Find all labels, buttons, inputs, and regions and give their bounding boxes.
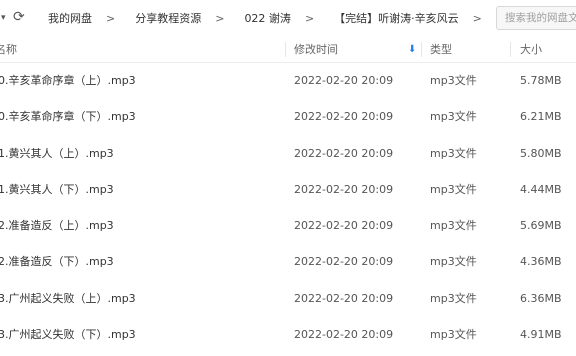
file-size: 6.21MB [520,110,562,124]
file-list-header: 名称 修改时间 ⬇ 类型 大小 [0,36,576,63]
column-header-modified[interactable]: 修改时间 [294,36,338,63]
column-divider[interactable] [510,42,511,57]
breadcrumb-item[interactable]: 分享教程资源 [121,10,205,26]
file-type: mp3文件 [430,291,477,305]
refresh-icon[interactable]: ⟳ [13,9,27,25]
file-size: 4.44MB [520,182,562,196]
file-name[interactable]: 03.广州起义失败（下）.mp3 [0,317,136,353]
breadcrumb-item[interactable]: 我的网盘 [34,10,96,26]
breadcrumb-item-current[interactable]: 【完结】听谢涛·辛亥风云 [320,10,463,26]
file-type: mp3文件 [430,255,477,269]
file-type: mp3文件 [430,74,477,87]
file-name[interactable]: 02.准备造反（下）.mp3 [0,244,114,280]
file-modified: 2022-02-20 20:09 [294,219,394,233]
file-name[interactable]: 02.准备造反（上）.mp3 [0,208,114,244]
file-modified: 2022-02-20 20:09 [294,74,394,87]
file-size: 5.69MB [520,219,562,233]
file-name[interactable]: 00.辛亥革命序章（下）.mp3 [0,99,136,135]
file-size: 5.80MB [520,146,562,160]
search-input[interactable] [496,6,576,30]
breadcrumb-item[interactable]: 022 谢涛 [230,10,295,26]
column-header-size[interactable]: 大小 [520,36,542,63]
column-divider[interactable] [421,42,422,57]
file-size: 6.36MB [520,291,562,305]
file-size: 4.91MB [520,328,562,342]
file-name[interactable]: 03.广州起义失败（上）.mp3 [0,281,136,317]
file-modified: 2022-02-20 20:09 [294,110,394,124]
table-row[interactable]: 02.准备造反（下）.mp3 2022-02-20 20:09 mp3文件 4.… [0,244,576,280]
chevron-right-icon: > [215,11,225,25]
column-divider[interactable] [285,42,286,57]
file-type: mp3文件 [430,219,477,233]
chevron-right-icon: > [106,11,116,25]
sort-down-arrow-icon[interactable]: ⬇ [408,36,416,63]
file-type: mp3文件 [430,328,477,342]
chevron-right-icon[interactable]: > [463,12,488,25]
chevron-right-icon: > [304,11,315,25]
table-row[interactable]: 03.广州起义失败（上）.mp3 2022-02-20 20:09 mp3文件 … [0,281,576,317]
file-modified: 2022-02-20 20:09 [294,146,394,160]
file-type: mp3文件 [430,110,477,124]
file-type: mp3文件 [430,182,477,196]
caret-down-icon[interactable]: ▾ [1,12,11,24]
file-modified: 2022-02-20 20:09 [294,291,394,305]
file-modified: 2022-02-20 20:09 [294,255,394,269]
file-size: 5.78MB [520,74,562,87]
table-row[interactable]: 01.黄兴其人（下）.mp3 2022-02-20 20:09 mp3文件 4.… [0,172,576,208]
file-modified: 2022-02-20 20:09 [294,328,394,342]
file-modified: 2022-02-20 20:09 [294,182,394,196]
file-name[interactable]: 00.辛亥革命序章（上）.mp3 [0,63,136,99]
table-row[interactable]: 03.广州起义失败（下）.mp3 2022-02-20 20:09 mp3文件 … [0,317,576,353]
file-size: 4.36MB [520,255,562,269]
table-row[interactable]: 02.准备造反（上）.mp3 2022-02-20 20:09 mp3文件 5.… [0,208,576,244]
table-row[interactable]: 01.黄兴其人（上）.mp3 2022-02-20 20:09 mp3文件 5.… [0,136,576,172]
toolbar: ▾ ⟳ 我的网盘 > 分享教程资源 > 022 谢涛 > 【完结】听谢涛·辛亥风… [0,0,576,36]
table-row[interactable]: 00.辛亥革命序章（上）.mp3 2022-02-20 20:09 mp3文件 … [0,63,576,99]
file-name[interactable]: 01.黄兴其人（下）.mp3 [0,172,114,208]
breadcrumb: 我的网盘 > 分享教程资源 > 022 谢涛 > 【完结】听谢涛·辛亥风云 > [34,0,488,36]
table-row[interactable]: 00.辛亥革命序章（下）.mp3 2022-02-20 20:09 mp3文件 … [0,99,576,135]
column-header-name[interactable]: 名称 [0,36,17,63]
file-list: 00.辛亥革命序章（上）.mp3 2022-02-20 20:09 mp3文件 … [0,63,576,353]
file-name[interactable]: 01.黄兴其人（上）.mp3 [0,136,114,172]
column-header-type[interactable]: 类型 [430,36,452,63]
file-type: mp3文件 [430,146,477,160]
